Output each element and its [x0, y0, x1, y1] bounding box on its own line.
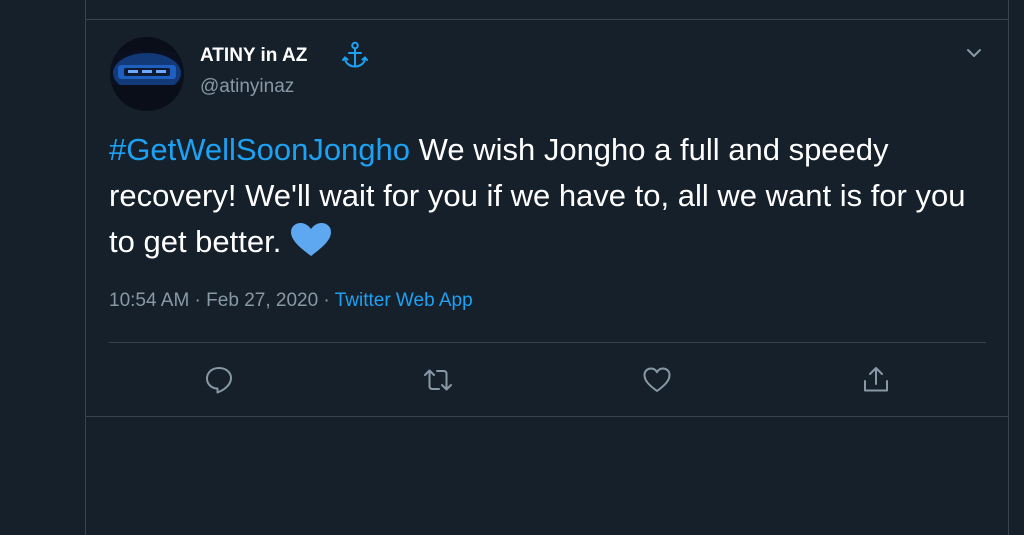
user-handle[interactable]: @atinyinaz: [200, 76, 294, 98]
tweet[interactable]: ATINY in AZ @atinyinaz #GetWellSoonJongh…: [86, 20, 1008, 417]
reply-button[interactable]: [202, 363, 236, 397]
retweet-button[interactable]: [421, 363, 455, 397]
blue-heart-emoji: [289, 222, 333, 258]
hashtag-link[interactable]: #GetWellSoonJongho: [109, 132, 410, 167]
avatar[interactable]: [110, 37, 184, 111]
anchor-icon: [342, 41, 368, 69]
display-name[interactable]: ATINY in AZ: [200, 45, 307, 67]
tweet-date[interactable]: Feb 27, 2020: [206, 290, 318, 311]
like-button[interactable]: [640, 363, 674, 397]
chevron-down-icon[interactable]: [964, 46, 984, 60]
divider: [109, 342, 986, 343]
tweet-metadata: 10:54 AM · Feb 27, 2020 · Twitter Web Ap…: [109, 290, 473, 312]
tweet-time[interactable]: 10:54 AM: [109, 290, 189, 311]
share-icon: [864, 367, 888, 392]
timeline-column: ATINY in AZ @atinyinaz #GetWellSoonJongh…: [85, 0, 1009, 535]
reply-icon: [206, 367, 232, 394]
like-icon: [643, 367, 671, 392]
meta-separator: ·: [189, 290, 207, 311]
share-button[interactable]: [859, 363, 893, 397]
meta-separator: ·: [318, 290, 335, 311]
source-link[interactable]: Twitter Web App: [335, 290, 473, 311]
retweet-icon: [424, 369, 452, 391]
tweet-text: #GetWellSoonJongho We wish Jongho a full…: [109, 127, 969, 265]
